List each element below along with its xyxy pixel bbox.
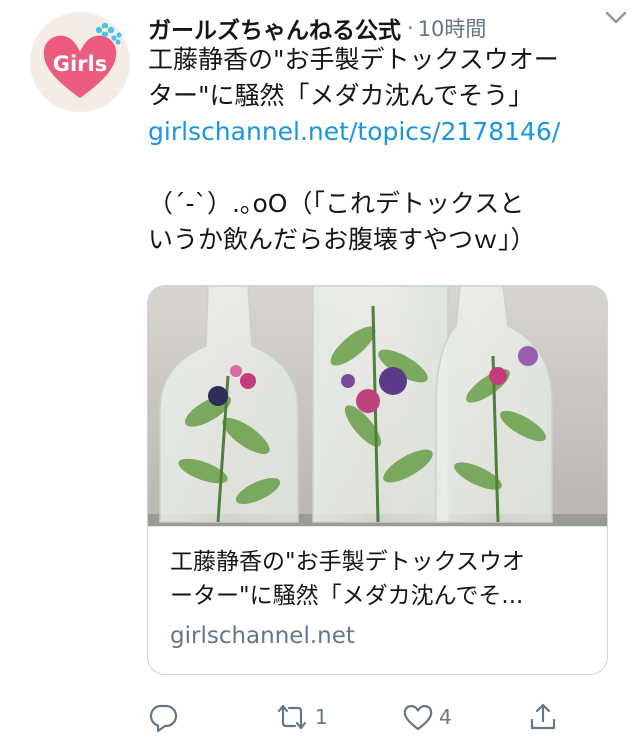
reply-icon — [149, 704, 178, 733]
avatar[interactable]: Girls — [30, 12, 130, 112]
display-name[interactable]: ガールズちゃんねる公式 — [148, 11, 401, 45]
tweet-text: 工藤静香の"お手製デトックスウオー ター"に騒然「メダカ沈んでそう」 girls… — [148, 42, 618, 258]
link-preview-card[interactable]: 工藤静香の"お手製デトックスウオ ーター"に騒然「メダカ沈んでそ... girl… — [147, 285, 608, 675]
retweet-icon — [277, 704, 307, 730]
like-count: 4 — [439, 705, 452, 729]
card-title-line: 工藤静香の"お手製デトックスウオ — [170, 549, 525, 575]
tweet-link[interactable]: girlschannel.net/topics/2178146/ — [148, 114, 618, 150]
share-button[interactable] — [527, 700, 559, 734]
card-title-line: ーター"に騒然「メダカ沈んでそ... — [170, 583, 524, 609]
tweet-text-line: いうか飲んだらお腹壊すやつｗ」） — [148, 225, 536, 254]
tweet-header: ガールズちゃんねる公式 · 10時間 — [148, 10, 620, 46]
tweet-text-line: （´-`）.｡oO（「これデトックスと — [148, 189, 525, 218]
tweet-text-line: ター"に騒然「メダカ沈んでそう」 — [148, 81, 534, 110]
retweet-button[interactable]: 1 — [273, 700, 328, 734]
tweet-text-line: 工藤静香の"お手製デトックスウオー — [148, 45, 559, 74]
avatar-logo-text: Girls — [52, 52, 108, 76]
card-body: 工藤静香の"お手製デトックスウオ ーター"に騒然「メダカ沈んでそ... girl… — [148, 526, 607, 674]
heart-icon — [403, 705, 433, 731]
card-domain: girlschannel.net — [170, 623, 355, 649]
retweet-count: 1 — [315, 705, 328, 729]
tweet-actions: 1 4 — [147, 700, 567, 734]
separator-dot: · — [407, 16, 414, 40]
share-icon — [530, 703, 556, 730]
tweet[interactable]: Girls ガールズちゃんねる公式 · 10時間 工藤静香の"お手製デトックスウ… — [0, 0, 640, 743]
like-button[interactable]: 4 — [401, 700, 452, 734]
timestamp[interactable]: 10時間 — [418, 13, 487, 43]
reply-button[interactable] — [147, 700, 183, 734]
card-image — [148, 286, 607, 526]
card-title: 工藤静香の"お手製デトックスウオ ーター"に騒然「メダカ沈んでそ... — [170, 545, 590, 613]
chevron-down-icon[interactable] — [602, 6, 630, 30]
